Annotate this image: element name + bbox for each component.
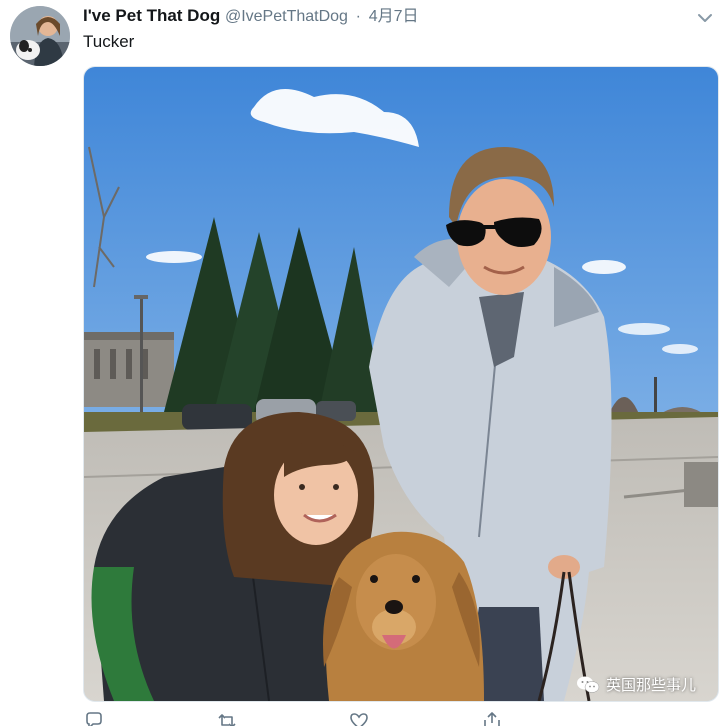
tweet-actions (83, 710, 503, 726)
tweet-text: Tucker (83, 32, 135, 51)
separator-dot: · (355, 8, 361, 25)
heart-icon[interactable] (348, 710, 370, 726)
wechat-icon (576, 676, 600, 693)
watermark: 英国那些事儿 (576, 674, 696, 695)
tweet: I've Pet That Dog @IvePetThatDog · 4月7日 … (0, 0, 727, 726)
share-icon[interactable] (481, 710, 503, 726)
reply-icon[interactable] (83, 710, 105, 726)
avatar-image (10, 6, 70, 66)
display-name[interactable]: I've Pet That Dog (83, 6, 220, 25)
user-handle[interactable]: @IvePetThatDog (225, 8, 348, 25)
avatar[interactable] (10, 6, 70, 66)
tweet-header: I've Pet That Dog @IvePetThatDog · 4月7日 (83, 5, 419, 28)
watermark-text: 英国那些事儿 (605, 676, 696, 694)
chevron-down-icon[interactable] (697, 10, 713, 26)
photo-illustration (84, 67, 718, 701)
tweet-date[interactable]: 4月7日 (369, 8, 419, 25)
tweet-photo[interactable]: 英国那些事儿 (83, 66, 719, 702)
retweet-icon[interactable] (216, 710, 238, 726)
